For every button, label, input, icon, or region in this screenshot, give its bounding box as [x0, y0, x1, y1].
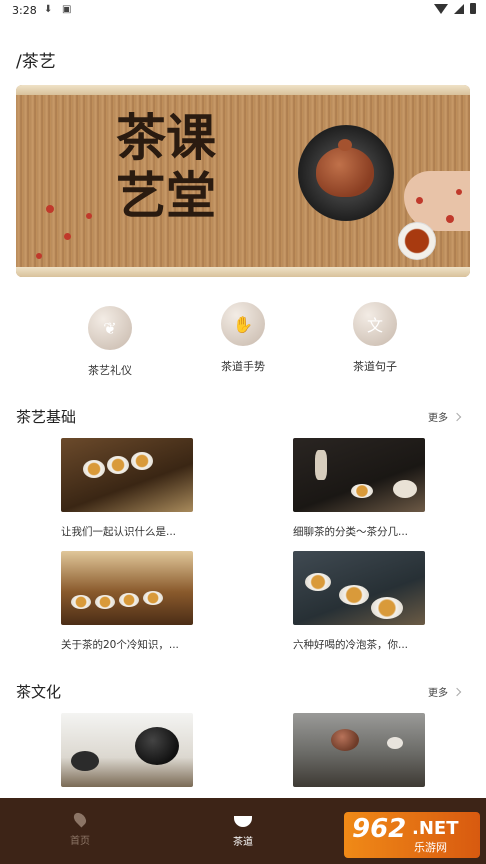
chevron-right-icon	[452, 687, 462, 697]
status-time: 3:28	[12, 4, 37, 17]
watermark-logo: 962 .NET 乐游网	[344, 812, 480, 858]
article-card[interactable]: 六种好喝的冷泡茶，你...	[293, 551, 425, 652]
text-icon: 文	[353, 302, 397, 346]
more-link-culture[interactable]: 更多	[428, 684, 462, 699]
teapot-image	[316, 147, 374, 197]
more-link-basics[interactable]: 更多	[428, 409, 462, 424]
banner-text-2: 艺堂	[116, 166, 216, 225]
category-quotes[interactable]: 文 茶道句子	[330, 302, 420, 374]
article-image	[61, 438, 193, 512]
wifi-icon	[434, 3, 448, 14]
article-card[interactable]: 关于茶的20个冷知识，...	[61, 551, 193, 652]
page-title: /茶艺	[16, 52, 56, 72]
signal-icon	[454, 3, 464, 14]
section-title-basics: 茶艺基础	[16, 408, 77, 426]
article-image	[293, 438, 425, 512]
tab-home[interactable]: 首页	[40, 810, 120, 847]
banner[interactable]: 茶课 艺堂	[16, 85, 470, 277]
battery-icon	[470, 3, 476, 14]
article-image	[61, 551, 193, 625]
category-etiquette[interactable]: ❦ 茶艺礼仪	[65, 306, 155, 378]
article-card[interactable]: 让我们一起认识什么是...	[61, 438, 193, 539]
teacup-image	[398, 222, 436, 260]
teapot-icon	[234, 816, 252, 827]
section-title-culture: 茶文化	[16, 683, 62, 701]
leaf-icon: ❦	[88, 306, 132, 350]
category-gestures[interactable]: ✋ 茶道手势	[198, 302, 288, 374]
banner-text-1: 茶课	[116, 108, 216, 167]
article-image	[293, 713, 425, 787]
download-icon: ⬇	[44, 4, 53, 15]
article-card[interactable]	[61, 713, 193, 787]
tab-tea[interactable]: 茶道	[203, 812, 283, 848]
article-card[interactable]: 细聊茶的分类～茶分几...	[293, 438, 425, 539]
hand-icon: ✋	[221, 302, 265, 346]
article-card[interactable]	[293, 713, 425, 787]
chevron-right-icon	[452, 412, 462, 422]
notification-icon: ▣	[62, 4, 72, 15]
article-image	[293, 551, 425, 625]
status-bar: 3:28 ⬇ ▣	[0, 0, 486, 22]
home-leaf-icon	[71, 810, 89, 828]
article-image	[61, 713, 193, 787]
